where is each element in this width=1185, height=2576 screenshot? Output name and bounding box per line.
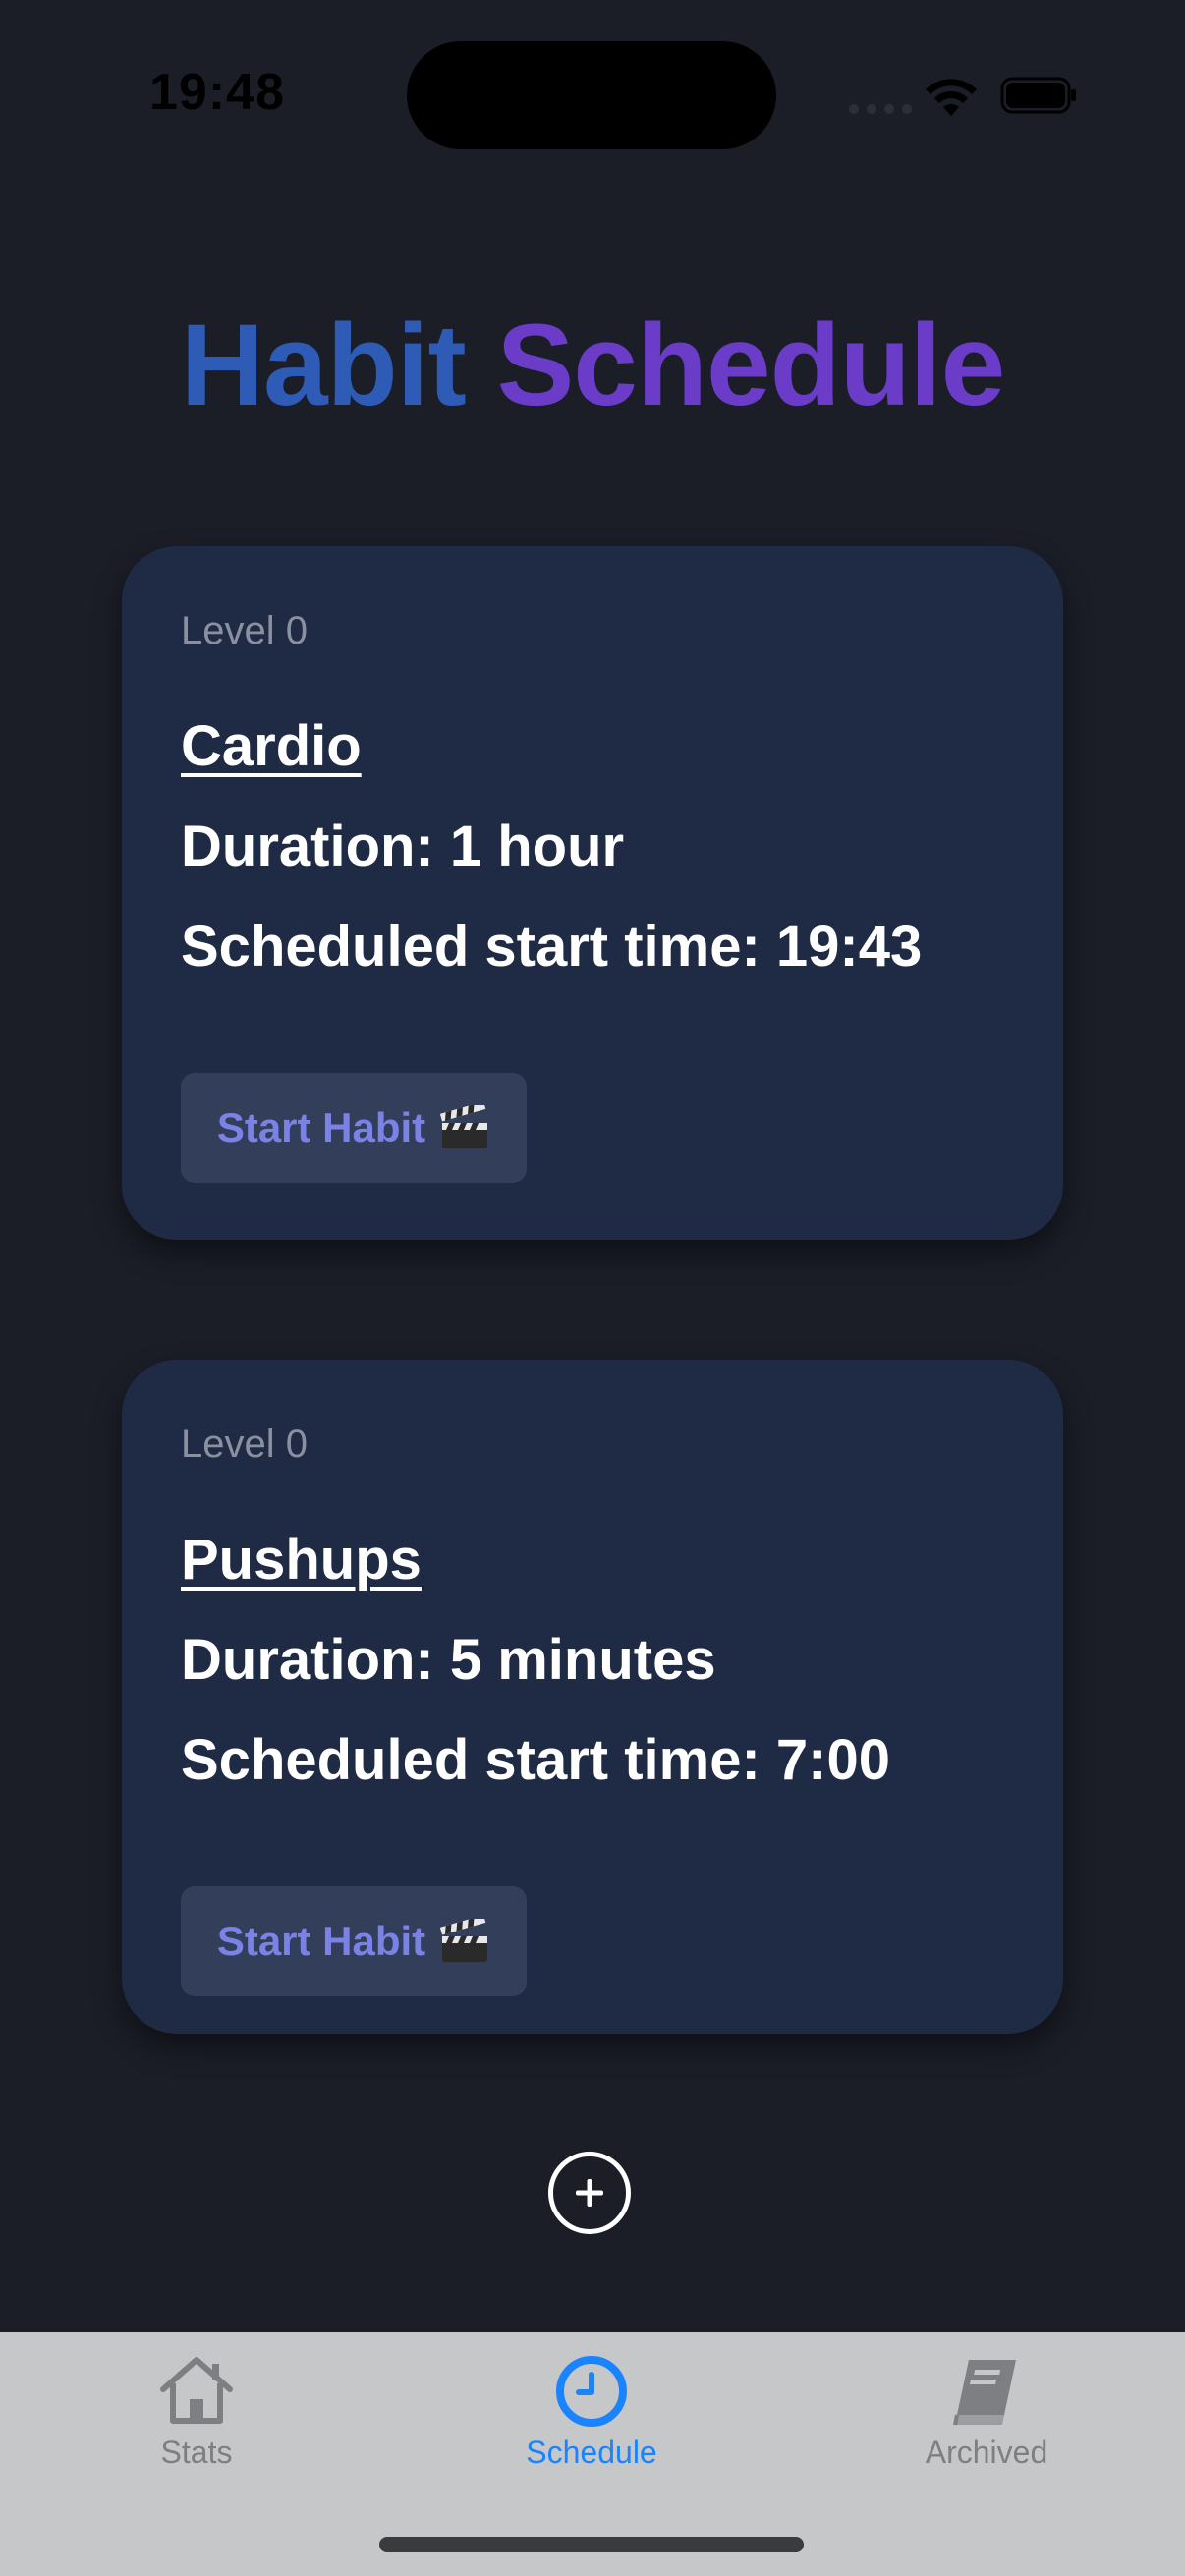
tab-schedule[interactable]: Schedule xyxy=(474,2352,709,2499)
tab-archived[interactable]: Archived xyxy=(869,2352,1104,2499)
habit-start-time: Scheduled start time: 7:00 xyxy=(181,1728,890,1792)
cellular-signal-icon xyxy=(849,104,912,114)
add-habit-button[interactable] xyxy=(548,2152,631,2234)
habit-card: Level 0 Pushups Duration: 5 minutes Sche… xyxy=(122,1360,1063,2034)
habit-duration: Duration: 1 hour xyxy=(181,814,625,878)
habit-start-time: Scheduled start time: 19:43 xyxy=(181,915,923,979)
page-title: Habit Schedule xyxy=(0,301,1185,430)
tab-label: Archived xyxy=(925,2435,1048,2470)
status-time: 19:48 xyxy=(149,64,285,121)
clock-icon xyxy=(556,2356,627,2427)
clapper-board-icon xyxy=(440,1919,488,1962)
house-icon xyxy=(160,2357,233,2424)
page-title-schedule: Schedule xyxy=(496,301,1006,430)
habit-duration: Duration: 5 minutes xyxy=(181,1628,716,1692)
habit-level: Level 0 xyxy=(181,1423,308,1466)
book-icon xyxy=(953,2360,1016,2426)
plus-icon xyxy=(576,2179,603,2207)
start-habit-button[interactable]: Start Habit xyxy=(181,1886,527,1996)
wifi-icon xyxy=(926,79,977,116)
habit-card: Level 0 Cardio Duration: 1 hour Schedule… xyxy=(122,546,1063,1240)
habit-level: Level 0 xyxy=(181,609,308,652)
status-bar: 19:48 xyxy=(0,0,1185,196)
tab-label: Stats xyxy=(160,2435,233,2470)
start-habit-button[interactable]: Start Habit xyxy=(181,1073,527,1183)
habit-name-link[interactable]: Pushups xyxy=(181,1527,422,1593)
clapper-board-icon xyxy=(440,1105,488,1148)
habit-name-link[interactable]: Cardio xyxy=(181,713,362,779)
tab-stats[interactable]: Stats xyxy=(79,2352,314,2499)
dynamic-island xyxy=(407,41,776,149)
start-habit-label: Start Habit xyxy=(216,1104,426,1150)
page-title-habit: Habit xyxy=(180,301,467,430)
battery-icon xyxy=(1000,77,1076,114)
start-habit-label: Start Habit xyxy=(216,1918,426,1964)
tab-label: Schedule xyxy=(526,2435,657,2470)
home-indicator xyxy=(379,2537,804,2552)
